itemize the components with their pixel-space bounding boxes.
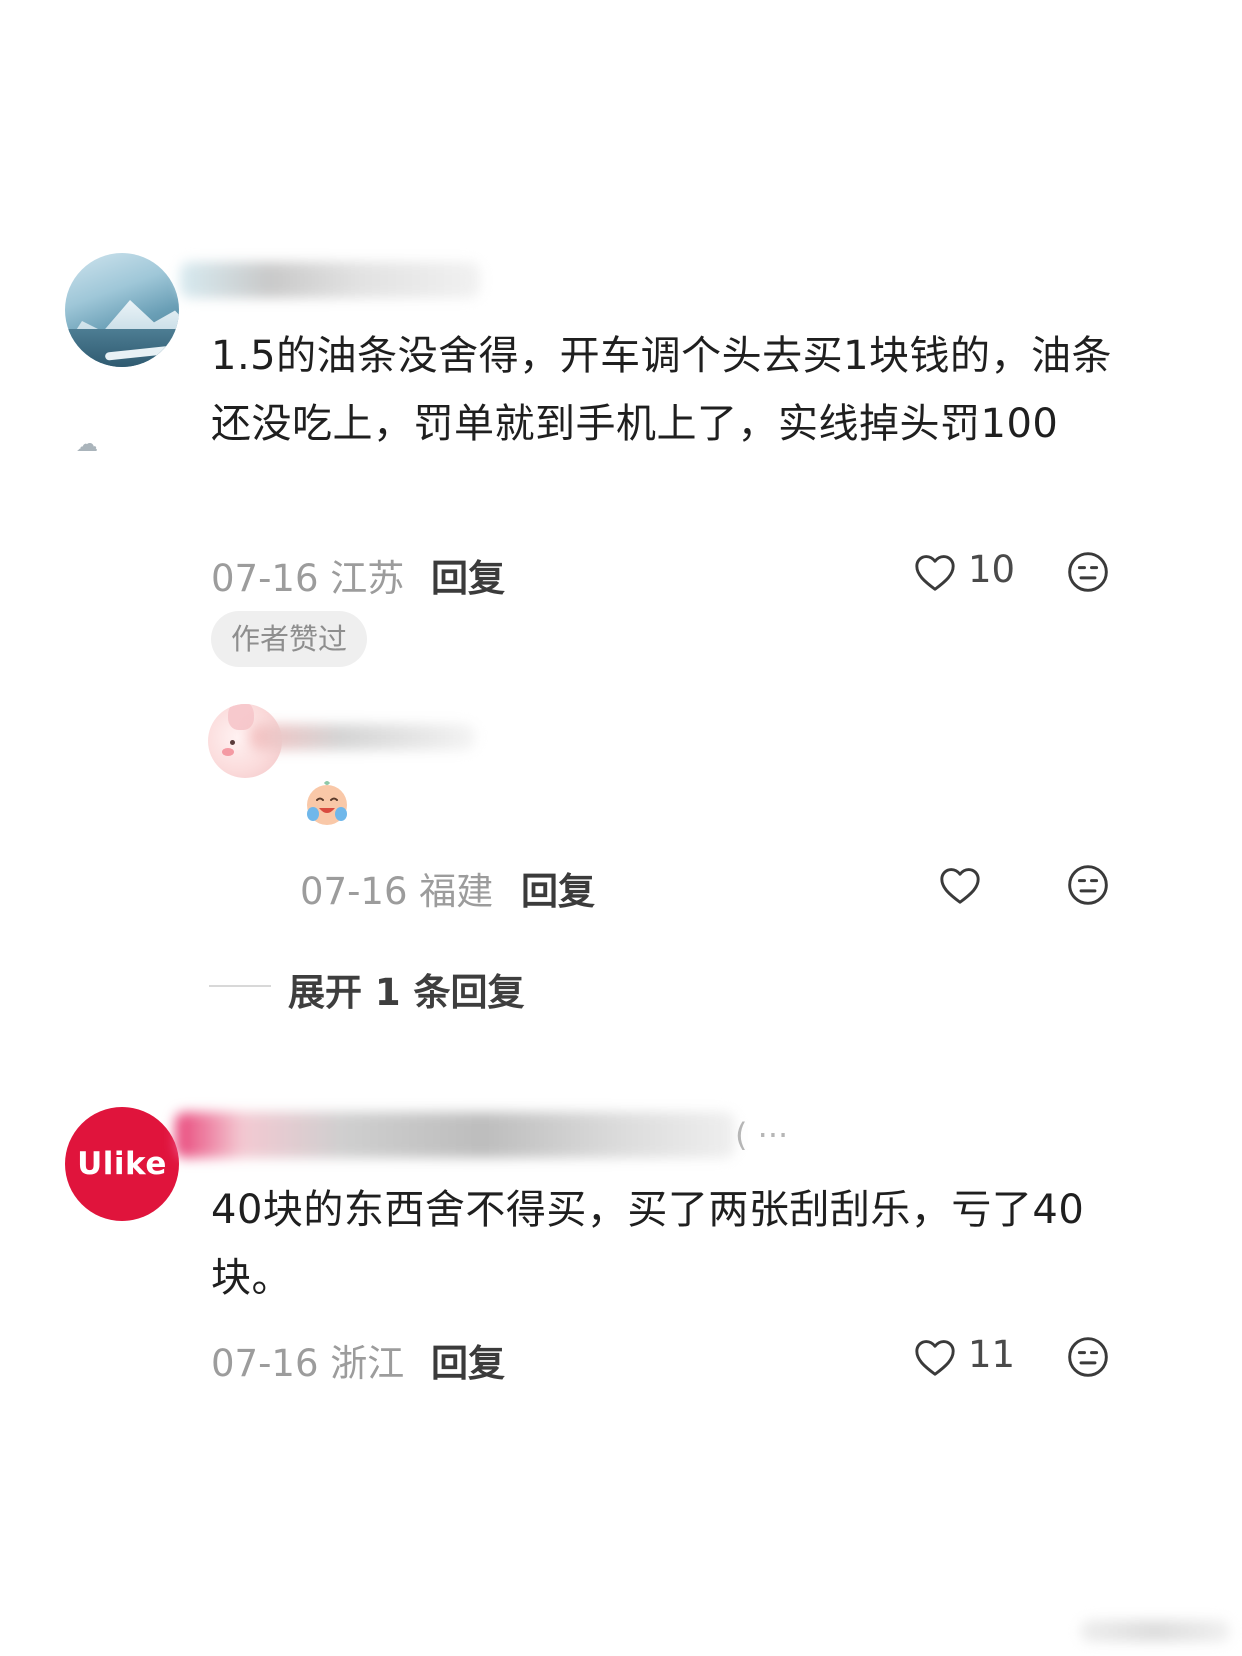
reply-to-reply-button[interactable]: 回复: [521, 861, 595, 915]
comment-text: 40块的东西舍不得买，买了两张刮刮乐，亏了40块。: [211, 1187, 1085, 1301]
comment-date: 07-16 江苏: [211, 557, 405, 600]
author-liked-badge: 作者赞过: [211, 611, 368, 667]
heart-outline-icon[interactable]: [913, 1337, 957, 1377]
like-count: 10: [968, 548, 1016, 591]
crying-laughing-emoji-icon: [307, 781, 347, 825]
reply-button[interactable]: 回复: [431, 1333, 505, 1387]
divider: [209, 985, 271, 987]
reply-button[interactable]: 回复: [431, 548, 505, 602]
expand-replies-label[interactable]: 展开 1 条回复: [288, 962, 525, 1016]
user-avatar[interactable]: Ulike: [65, 1107, 179, 1221]
username-tail: ( ···: [735, 1116, 789, 1154]
heart-outline-icon[interactable]: [913, 552, 957, 592]
comment-date: 07-16 浙江: [211, 1342, 405, 1385]
like-count: 11: [968, 1333, 1016, 1376]
neutral-face-icon[interactable]: [1066, 1335, 1110, 1379]
neutral-face-icon[interactable]: [1066, 863, 1110, 907]
neutral-face-icon[interactable]: [1066, 550, 1110, 594]
user-avatar[interactable]: [65, 253, 179, 367]
avatar-logo-text: Ulike: [77, 1146, 167, 1182]
heart-outline-icon[interactable]: [938, 865, 982, 905]
comment-text: 1.5的油条没舍得，开车调个头去买1块钱的，油条还没吃上，罚单就到手机上了，实线…: [211, 333, 1113, 447]
user-badge-icon: ☁: [76, 432, 98, 457]
reply-date: 07-16 福建: [300, 870, 494, 913]
